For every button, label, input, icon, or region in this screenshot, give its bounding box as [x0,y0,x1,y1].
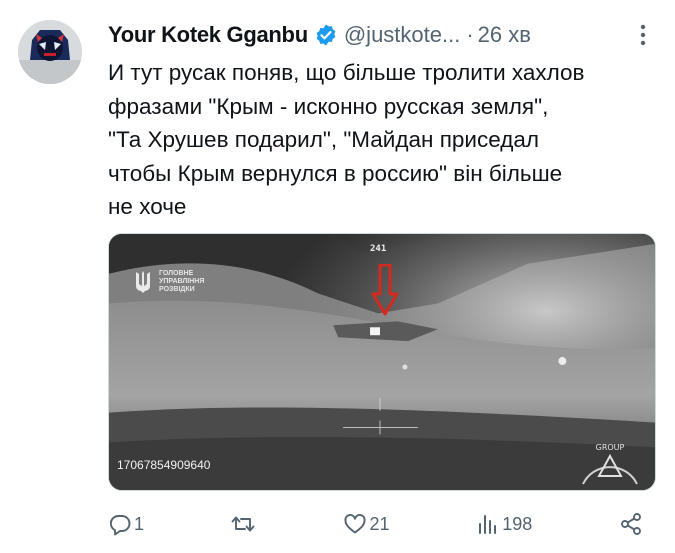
hud-counter: 241 [370,244,387,254]
reply-count: 1 [134,513,145,534]
reply-icon [109,515,131,536]
retweet-button[interactable] [231,512,257,536]
retweet-icon [231,516,255,532]
video-id: 17067854909640 [117,458,211,472]
avatar[interactable] [18,20,82,84]
like-icon [344,514,366,534]
timestamp[interactable]: 26 хв [478,22,531,48]
view-count: 198 [502,513,533,534]
verified-badge-icon [316,24,336,46]
more-button[interactable] [633,23,653,47]
group-logo-text: GROUP [596,443,625,452]
trident-icon [136,271,150,293]
watermark: ГОЛОВНЕ УПРАВЛІННЯ РОЗВІДКИ [135,270,219,294]
action-bar: 1 21 198 [108,509,643,539]
display-name[interactable]: Your Kotek Gganbu [108,22,308,48]
user-handle[interactable]: @justkote... [344,22,461,48]
tweet-text: И тут русак поняв, що більше тролити хах… [108,60,585,219]
reply-button[interactable]: 1 [108,512,144,536]
like-button[interactable]: 21 [343,512,389,536]
views-button[interactable]: 198 [476,512,532,536]
separator-dot: · [466,22,474,47]
arrow-down-icon [371,264,399,316]
watermark-text: ГОЛОВНЕ УПРАВЛІННЯ РОЗВІДКИ [159,270,205,293]
avatar-image [18,20,82,84]
views-icon [479,515,497,534]
group-logo-icon: GROUP [582,443,638,485]
tweet-header: Your Kotek Gganbu @justkote... · 26 хв [108,20,653,50]
share-button[interactable] [619,512,643,536]
tweet-video[interactable]: 241 ГОЛОВНЕ УПРАВЛІННЯ РОЗВІДКИ 17067854… [108,233,656,491]
more-icon [640,24,646,46]
share-icon [621,513,641,535]
like-count: 21 [369,513,390,534]
